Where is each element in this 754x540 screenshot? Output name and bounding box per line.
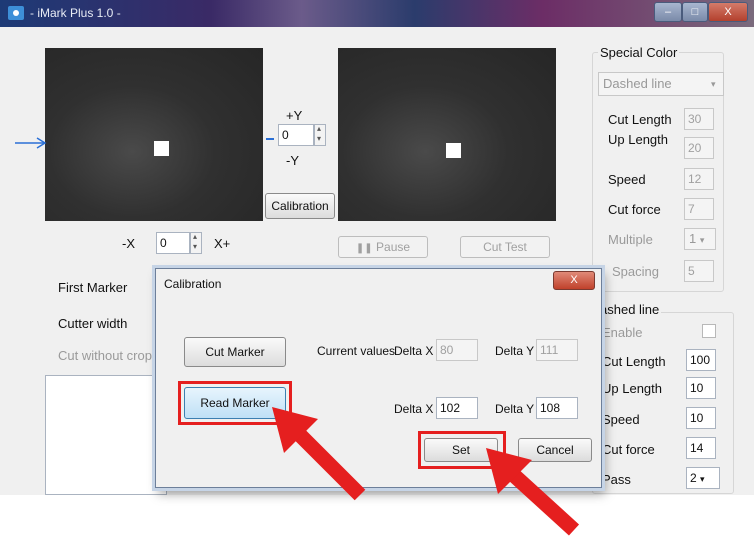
first-marker-label: First Marker — [58, 280, 128, 295]
camera-view-left — [45, 48, 263, 221]
title-bar[interactable]: - iMark Plus 1.0 - – □ X — [0, 0, 754, 27]
dl-pass-value: 2 — [690, 471, 697, 485]
marker-square — [446, 143, 461, 158]
line-type-dropdown[interactable]: Dashed line ▾ — [598, 72, 724, 96]
camera-view-right — [338, 48, 556, 221]
current-delta-y-label: Delta Y — [495, 344, 535, 358]
pause-label: Pause — [376, 240, 411, 254]
dl-pass-dropdown[interactable]: 2 ▾ — [686, 467, 720, 489]
current-delta-x-label: Delta X — [394, 344, 434, 358]
dialog-title: Calibration — [164, 277, 222, 291]
preview-box — [45, 375, 167, 495]
sc-spacing-label: Spacing — [612, 264, 659, 279]
marker-square — [154, 141, 169, 156]
minimize-button[interactable]: – — [654, 2, 682, 22]
blue-arrow-icon — [15, 137, 47, 149]
sc-speed-label: Speed — [608, 172, 646, 187]
dl-pass-label: Pass — [602, 472, 631, 487]
app-eye-icon — [8, 6, 24, 20]
cutter-width-label: Cutter width — [58, 316, 128, 331]
new-delta-x-label: Delta X — [394, 402, 434, 416]
x-offset-input[interactable]: 0 — [156, 232, 190, 254]
y-minus-label: -Y — [286, 153, 299, 168]
sc-cutforce-label: Cut force — [608, 202, 661, 217]
red-arrow-icon — [486, 448, 580, 536]
close-button[interactable]: X — [708, 2, 748, 22]
x-offset-stepper[interactable] — [190, 232, 202, 254]
sc-up-length-input[interactable]: 20 — [684, 137, 714, 159]
dl-enable-label: Enable — [602, 325, 643, 340]
window-title: - iMark Plus 1.0 - — [30, 6, 121, 20]
new-delta-x-input[interactable]: 102 — [436, 397, 478, 419]
line-type-value: Dashed line — [603, 76, 672, 91]
sc-cut-length-label: Cut Length — [608, 112, 672, 127]
red-arrow-icon — [272, 407, 366, 501]
dl-speed-input[interactable]: 10 — [686, 407, 716, 429]
cut-test-button[interactable]: Cut Test — [460, 236, 550, 258]
dl-speed-label: Speed — [602, 412, 640, 427]
sc-multiple-dropdown[interactable]: 1 ▾ — [684, 228, 716, 250]
maximize-button[interactable]: □ — [682, 2, 708, 22]
chevron-down-icon: ▾ — [711, 79, 716, 89]
sc-speed-input[interactable]: 12 — [684, 168, 714, 190]
calibration-button[interactable]: Calibration — [265, 193, 335, 219]
pause-button[interactable]: ❚❚ Pause — [338, 236, 428, 258]
sc-spacing-input[interactable]: 5 — [684, 260, 714, 282]
y-plus-label: +Y — [286, 108, 303, 123]
x-plus-label: X+ — [214, 236, 231, 251]
dialog-close-button[interactable]: X — [553, 271, 595, 290]
dl-up-length-label: Up Length — [602, 381, 662, 396]
cut-without-crop-label: Cut without crop m — [58, 348, 167, 363]
current-delta-y-field: 111 — [536, 339, 578, 361]
y-offset-input[interactable]: 0 — [278, 124, 314, 146]
dl-enable-checkbox[interactable] — [702, 324, 716, 338]
sc-multiple-label: Multiple — [608, 232, 653, 247]
y-indicator — [266, 138, 274, 140]
x-minus-label: -X — [122, 236, 135, 251]
y-offset-stepper[interactable] — [314, 124, 326, 146]
sc-multiple-value: 1 — [689, 231, 697, 246]
dl-cutforce-input[interactable]: 14 — [686, 437, 716, 459]
sc-cut-length-input[interactable]: 30 — [684, 108, 714, 130]
special-color-title: Special Color — [598, 45, 680, 60]
dl-cutforce-label: Cut force — [602, 442, 655, 457]
chevron-down-icon: ▾ — [700, 474, 705, 484]
dl-cut-length-label: Cut Length — [602, 354, 666, 369]
pause-icon: ❚❚ — [355, 243, 373, 254]
dashed-line-title: ashed line — [598, 302, 662, 317]
sc-cutforce-input[interactable]: 7 — [684, 198, 714, 220]
chevron-down-icon: ▾ — [699, 235, 705, 245]
new-delta-y-input[interactable]: 108 — [536, 397, 578, 419]
new-delta-y-label: Delta Y — [495, 402, 535, 416]
dl-up-length-input[interactable]: 10 — [686, 377, 716, 399]
cut-marker-button[interactable]: Cut Marker — [184, 337, 286, 367]
current-values-label: Current values — [317, 344, 396, 358]
current-delta-x-field: 80 — [436, 339, 478, 361]
dl-cut-length-input[interactable]: 100 — [686, 349, 716, 371]
sc-up-length-label: Up Length — [608, 132, 668, 147]
